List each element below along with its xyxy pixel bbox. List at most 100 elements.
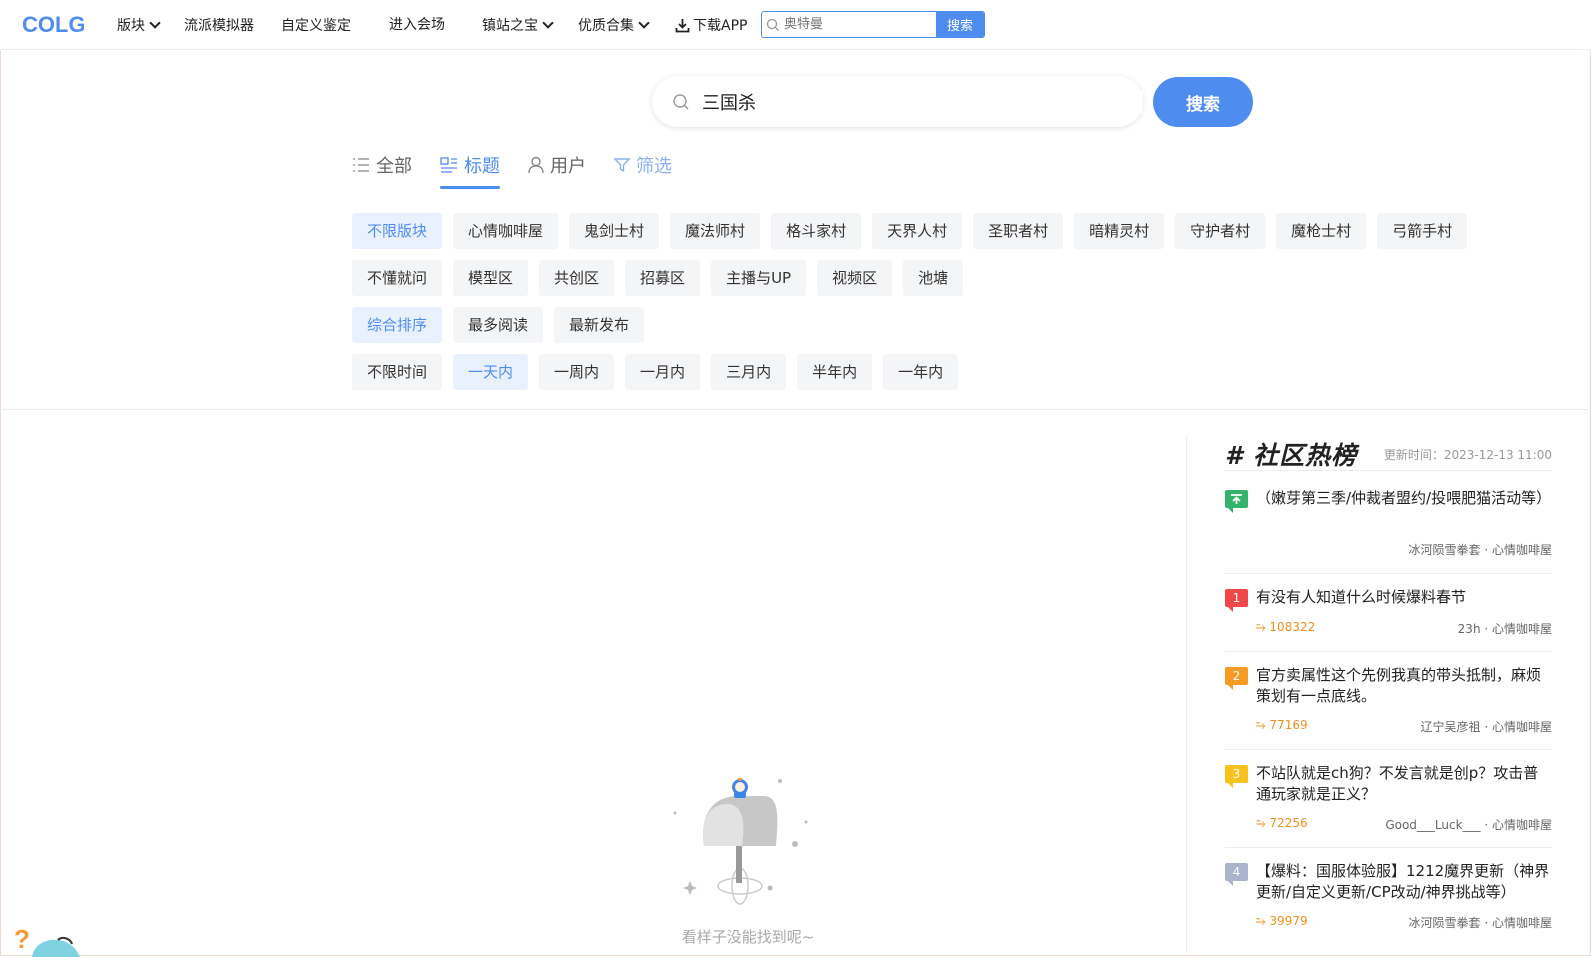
main-search-box xyxy=(652,76,1143,127)
heat-value: 108322 xyxy=(1269,620,1316,634)
nav-search-input[interactable] xyxy=(784,12,936,37)
hot-list-separator xyxy=(1225,847,1552,848)
chip-section[interactable]: 视频区 xyxy=(817,260,893,296)
download-icon xyxy=(675,18,690,32)
hot-item-heat: ⥲ 77169 xyxy=(1256,718,1308,732)
nav-build-simulator[interactable]: 流派模拟器 xyxy=(184,15,254,35)
chip-time[interactable]: 一周内 xyxy=(539,354,615,390)
pinned-badge xyxy=(1225,490,1248,513)
hot-item[interactable]: 4 【爆料：国服体验服】1212魔界更新（神界更新/自定义更新/CP改动/神界挑… xyxy=(1225,861,1552,931)
hot-item[interactable]: 3 不站队就是ch狗？不发言就是创p？攻击普通玩家就是正义？ ⥲ 72256 Go… xyxy=(1225,763,1552,833)
colg-logo[interactable]: COLG xyxy=(22,12,84,36)
chip-section[interactable]: 招募区 xyxy=(625,260,701,296)
nav-site-treasures[interactable]: 镇站之宝 xyxy=(482,15,554,35)
hot-item-heat: ⥲ 39979 xyxy=(1256,914,1308,928)
hot-item[interactable]: 2 官方卖属性这个先例我真的带头抵制，麻烦策划有一点底线。 ⥲ 77169 辽宁吴… xyxy=(1225,665,1552,735)
rank-number: 1 xyxy=(1232,591,1241,605)
chip-section[interactable]: 模型区 xyxy=(453,260,529,296)
rank-number: 4 xyxy=(1232,865,1241,879)
chip-section[interactable]: 鬼剑士村 xyxy=(569,213,660,249)
main-search-input[interactable] xyxy=(700,90,1143,113)
filter-icon xyxy=(614,158,630,173)
nav-sections[interactable]: 版块 xyxy=(117,15,161,35)
chip-section[interactable]: 格斗家村 xyxy=(771,213,862,249)
nav-custom-identify-label: 自定义鉴定 xyxy=(281,18,351,34)
chip-time[interactable]: 一年内 xyxy=(883,354,959,390)
chip-section[interactable]: 共创区 xyxy=(539,260,615,296)
tab-all-label: 全部 xyxy=(376,156,412,177)
heat-value: 39979 xyxy=(1269,914,1308,928)
tab-title-label: 标题 xyxy=(464,156,500,177)
help-mascot-icon[interactable]: ? xyxy=(14,924,94,957)
chip-time[interactable]: 一天内 xyxy=(453,354,529,390)
tab-user[interactable]: 用户 xyxy=(528,148,586,182)
chip-time[interactable]: 半年内 xyxy=(797,354,873,390)
nav-site-treasures-label: 镇站之宝 xyxy=(482,18,538,34)
heat-value: 72256 xyxy=(1269,816,1308,830)
rank-number: 2 xyxy=(1232,669,1241,683)
hot-item-author: 冰河陨雪拳套 · 心情咖啡屋 xyxy=(1408,543,1552,557)
svg-text:?: ? xyxy=(14,924,30,954)
hot-item-author: 冰河陨雪拳套 · 心情咖啡屋 xyxy=(1408,916,1552,930)
tab-all[interactable]: 全部 xyxy=(352,148,412,182)
chip-section[interactable]: 圣职者村 xyxy=(973,213,1064,249)
hot-item-title[interactable]: 官方卖属性这个先例我真的带头抵制，麻烦策划有一点底线。 xyxy=(1256,665,1552,707)
updated-label: 更新时间： xyxy=(1383,448,1444,462)
nav-custom-identify[interactable]: 自定义鉴定 xyxy=(281,15,351,35)
chip-section[interactable]: 不懂就问 xyxy=(352,260,443,296)
chip-section[interactable]: 天界人村 xyxy=(872,213,963,249)
time-filter-row: 不限时间 一天内 一周内 一月内 三月内 半年内 一年内 xyxy=(352,354,959,390)
hot-item-title[interactable]: 有没有人知道什么时候爆料春节 xyxy=(1256,587,1552,608)
search-icon xyxy=(762,12,784,37)
empty-message: 看样子没能找到呢~ xyxy=(681,928,815,946)
chip-time[interactable]: 一月内 xyxy=(625,354,701,390)
hot-item[interactable]: （嫩芽第三季/仲裁者盟约/投喂肥猫活动等） 冰河陨雪拳套 · 心情咖啡屋 xyxy=(1225,488,1552,568)
nav-enter-venue-label: 进入会场 xyxy=(389,17,445,33)
tab-filter-label: 筛选 xyxy=(636,156,672,177)
filter-divider xyxy=(0,409,1591,410)
hot-item-heat: ⥲ 108322 xyxy=(1256,620,1316,634)
hot-list-title: # 社区热榜 xyxy=(1225,441,1358,470)
chip-section[interactable]: 暗精灵村 xyxy=(1074,213,1165,249)
chevron-down-icon xyxy=(149,17,161,29)
hot-item-title[interactable]: 【爆料：国服体验服】1212魔界更新（神界更新/自定义更新/CP改动/神界挑战等… xyxy=(1256,861,1552,903)
empty-mailbox-illustration xyxy=(673,778,808,905)
nav-sections-label: 版块 xyxy=(117,18,145,34)
nav-download-app[interactable]: 下载APP xyxy=(675,15,747,35)
hot-item-title[interactable]: （嫩芽第三季/仲裁者盟约/投喂肥猫活动等） xyxy=(1256,488,1552,509)
nav-download-app-label: 下载APP xyxy=(693,18,748,34)
nav-build-simulator-label: 流派模拟器 xyxy=(184,18,254,34)
chip-section[interactable]: 心情咖啡屋 xyxy=(453,213,559,249)
main-search-button[interactable]: 搜索 xyxy=(1153,77,1253,127)
chip-section[interactable]: 守护者村 xyxy=(1175,213,1266,249)
chip-section[interactable]: 魔枪士村 xyxy=(1276,213,1367,249)
hot-list-separator xyxy=(1225,573,1552,574)
hot-list-separator xyxy=(1225,651,1552,652)
hot-item-title[interactable]: 不站队就是ch狗？不发言就是创p？攻击普通玩家就是正义？ xyxy=(1256,763,1552,805)
chip-section[interactable]: 不限版块 xyxy=(352,213,443,249)
hot-item-author: 23h · 心情咖啡屋 xyxy=(1457,622,1552,636)
rank-badge: 4 xyxy=(1225,863,1248,886)
chip-sort[interactable]: 综合排序 xyxy=(352,307,443,343)
nav-quality-collections[interactable]: 优质合集 xyxy=(578,15,650,35)
chip-sort[interactable]: 最多阅读 xyxy=(453,307,544,343)
nav-search-button[interactable]: 搜索 xyxy=(936,12,984,37)
hot-item-meta: ⥲ 72256 Good___Luck___ · 心情咖啡屋 xyxy=(1256,816,1552,833)
tab-filter[interactable]: 筛选 xyxy=(614,148,672,182)
title-icon xyxy=(440,157,457,173)
hot-item[interactable]: 1 有没有人知道什么时候爆料春节 ⥲ 108322 23h · 心情咖啡屋 xyxy=(1225,587,1552,637)
chip-time[interactable]: 不限时间 xyxy=(352,354,443,390)
chip-section[interactable]: 主播与UP xyxy=(711,260,807,296)
nav-search-box: 搜索 xyxy=(761,11,985,38)
chip-section[interactable]: 魔法师村 xyxy=(670,213,761,249)
rank-badge: 1 xyxy=(1225,589,1248,612)
chip-sort[interactable]: 最新发布 xyxy=(554,307,645,343)
chip-time[interactable]: 三月内 xyxy=(711,354,787,390)
chip-section[interactable]: 弓箭手村 xyxy=(1377,213,1468,249)
tab-title[interactable]: 标题 xyxy=(440,148,500,189)
nav-enter-venue[interactable]: 进入会场 xyxy=(389,14,445,34)
chip-section[interactable]: 池塘 xyxy=(903,260,964,296)
hot-list-updated: 更新时间：2023-12-13 11:00 xyxy=(1384,446,1552,463)
hot-item-meta: 冰河陨雪拳套 · 心情咖啡屋 xyxy=(1256,541,1552,558)
rank-number: 3 xyxy=(1232,767,1241,781)
